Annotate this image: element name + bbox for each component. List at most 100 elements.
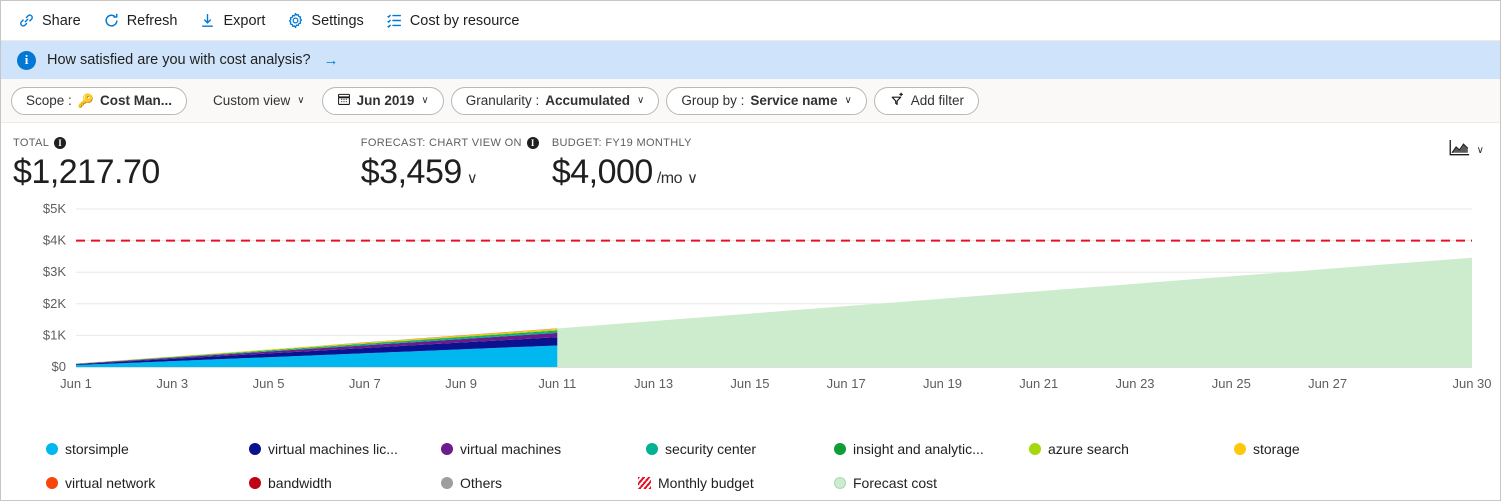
x-axis-tick-label: Jun 30 [1452,376,1491,391]
survey-banner-text[interactable]: How satisfied are you with cost analysis… [47,52,311,68]
legend-item-label: storage [1253,441,1300,457]
x-axis-tick-label: Jun 17 [827,376,866,391]
legend-item[interactable]: bandwidth [249,475,332,491]
group-by-selector[interactable]: Group by : Service name ∨ [666,87,866,115]
legend-item[interactable]: virtual machines lic... [249,441,398,457]
y-axis-tick-label: $1K [43,327,66,342]
y-axis-tick-label: $4K [43,233,66,248]
legend-row: virtual network bandwidth Others Monthly bu… [1,466,1500,500]
legend-color-marker [1234,443,1246,455]
kpi-forecast-label-wrap: FORECAST: CHART VIEW ON i [361,135,539,151]
kpi-forecast-label: FORECAST: CHART VIEW ON [361,137,522,149]
survey-banner: i How satisfied are you with cost analys… [1,41,1500,79]
kpi-row: TOTAL i $1,217.70 FORECAST: CHART VIEW O… [1,123,1500,197]
chevron-down-icon: ∨ [1477,145,1484,156]
settings-button[interactable]: Settings [276,6,374,36]
legend-item[interactable]: security center [646,441,756,457]
cost-chart: $0$1K$2K$3K$4K$5KJun 1Jun 3Jun 5Jun 7Jun… [1,197,1500,428]
legend-item[interactable]: azure search [1029,441,1129,457]
kpi-budget-suffix: /mo [657,158,682,200]
kpi-budget-value: $4,000 [552,151,653,193]
x-axis-tick-label: Jun 21 [1019,376,1058,391]
legend-item[interactable]: virtual network [46,475,155,491]
settings-label: Settings [311,13,363,29]
cost-analysis-page: Share Refresh Export [0,0,1501,501]
legend-hatch-marker [638,477,651,489]
date-range-selector[interactable]: Jun 2019 ∨ [322,87,444,115]
calendar-icon [337,92,351,109]
kpi-total-label: TOTAL [13,137,49,149]
legend-item[interactable]: insight and analytic... [834,441,984,457]
survey-banner-arrow[interactable]: → [324,52,339,69]
refresh-icon [103,12,120,29]
x-axis-tick-label: Jun 9 [445,376,477,391]
legend-item-label: Forecast cost [853,475,937,491]
scope-value: Cost Man... [100,93,172,108]
x-axis-tick-label: Jun 25 [1212,376,1251,391]
x-axis-tick-label: Jun 15 [730,376,769,391]
command-bar: Share Refresh Export [1,1,1500,41]
legend-item[interactable]: Others [441,475,502,491]
forecast-area[interactable] [557,258,1472,367]
info-icon[interactable]: i [527,137,539,149]
legend-color-marker [46,443,58,455]
legend-color-marker [1029,443,1041,455]
key-icon: 🔑 [78,94,94,107]
info-icon[interactable]: i [54,137,66,149]
add-filter-button[interactable]: Add filter [874,87,979,115]
add-filter-icon [889,91,905,110]
x-axis-tick-label: Jun 3 [156,376,188,391]
area-chart-icon [1449,139,1470,161]
legend-item[interactable]: Monthly budget [638,475,754,491]
group-by-label: Group by : [681,93,744,108]
x-axis-tick-label: Jun 19 [923,376,962,391]
chart-type-selector[interactable]: ∨ [1449,139,1484,161]
legend-color-marker [834,477,846,489]
add-filter-label: Add filter [911,93,964,108]
legend-item[interactable]: storage [1234,441,1300,457]
legend-item[interactable]: virtual machines [441,441,561,457]
refresh-button[interactable]: Refresh [92,6,189,36]
cost-chart-svg[interactable]: $0$1K$2K$3K$4K$5KJun 1Jun 3Jun 5Jun 7Jun… [1,197,1501,402]
x-axis-tick-label: Jun 23 [1116,376,1155,391]
chevron-down-icon[interactable]: ∨ [687,158,697,200]
x-axis-tick-label: Jun 5 [253,376,285,391]
legend-color-marker [46,477,58,489]
legend-item-label: virtual network [65,475,155,491]
kpi-forecast-value: $3,459 [361,151,462,193]
kpi-budget-label: BUDGET: FY19 MONTHLY [552,137,692,149]
y-axis-tick-label: $5K [43,201,66,216]
legend-color-marker [249,477,261,489]
granularity-value: Accumulated [545,93,630,108]
legend-item[interactable]: Forecast cost [834,475,937,491]
kpi-total: TOTAL i $1,217.70 [1,135,160,193]
kpi-total-value-wrap: $1,217.70 [13,151,160,193]
legend-color-marker [249,443,261,455]
info-icon: i [17,51,36,70]
x-axis-tick-label: Jun 11 [538,376,576,391]
kpi-budget: BUDGET: FY19 MONTHLY $4,000 /mo ∨ [539,135,698,200]
scope-selector[interactable]: Scope : 🔑 Cost Man... [11,87,187,115]
view-selector[interactable]: Custom view ∨ [203,87,315,115]
download-icon [199,12,216,29]
cost-by-resource-button[interactable]: Cost by resource [375,6,531,36]
legend-color-marker [441,477,453,489]
granularity-selector[interactable]: Granularity : Accumulated ∨ [451,87,660,115]
x-axis-tick-label: Jun 27 [1308,376,1347,391]
x-axis-tick-label: Jun 1 [60,376,92,391]
export-button[interactable]: Export [188,6,276,36]
legend-item-label: Monthly budget [658,475,754,491]
legend-item-label: Others [460,475,502,491]
export-label: Export [223,13,265,29]
cost-by-resource-label: Cost by resource [410,13,520,29]
share-button[interactable]: Share [7,6,92,36]
x-axis-tick-label: Jun 13 [634,376,673,391]
kpi-forecast: FORECAST: CHART VIEW ON i $3,459 ∨ [160,135,539,200]
chevron-down-icon[interactable]: ∨ [467,158,477,200]
chevron-down-icon: ∨ [844,95,851,106]
scope-label: Scope : [26,93,72,108]
kpi-budget-label-wrap: BUDGET: FY19 MONTHLY [552,135,698,151]
list-icon [386,12,403,29]
y-axis-tick-label: $3K [43,264,66,279]
legend-item[interactable]: storsimple [46,441,129,457]
